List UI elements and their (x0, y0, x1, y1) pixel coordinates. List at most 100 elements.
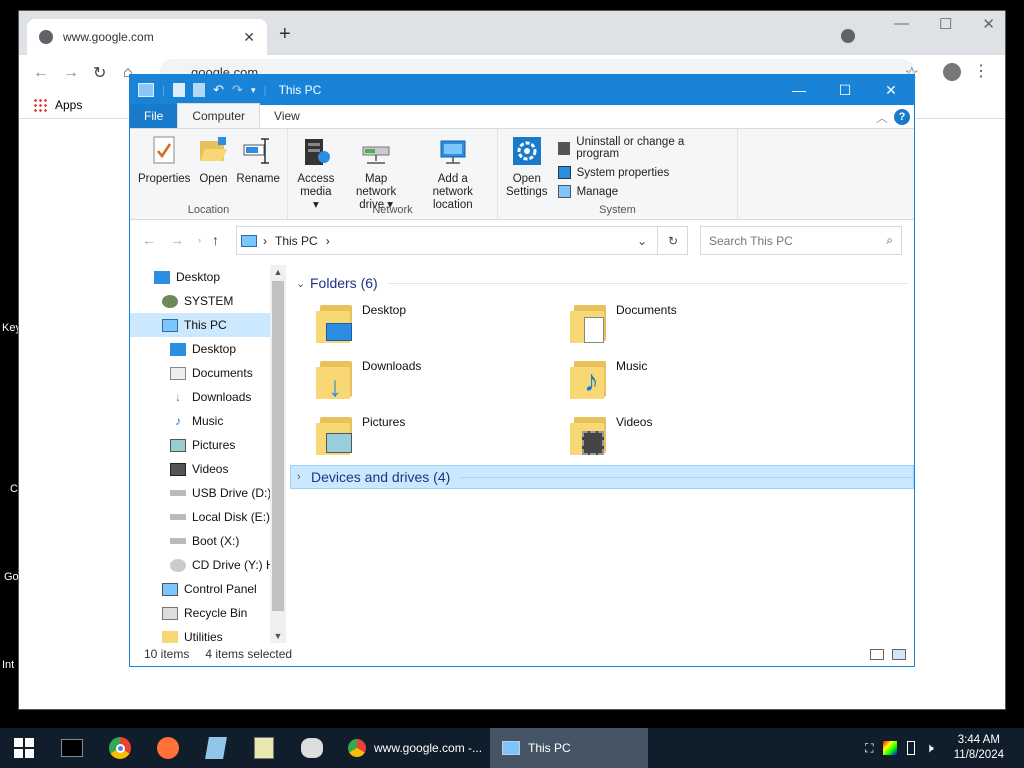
close-button[interactable]: ✕ (982, 15, 995, 33)
nav-item-boot-drive[interactable]: Boot (X:) (130, 529, 286, 553)
customize-quick-access-icon[interactable]: ▾ (251, 85, 256, 96)
desktop-icon-label[interactable]: Int (2, 659, 14, 671)
folder-documents[interactable]: Documents (570, 303, 677, 345)
app-taskbar-button[interactable] (240, 728, 288, 768)
maximize-button[interactable]: ☐ (939, 15, 952, 33)
nav-item-system-user[interactable]: SYSTEM (130, 289, 286, 313)
back-arrow-icon[interactable]: ← (33, 64, 63, 82)
large-icons-view-icon[interactable] (892, 649, 906, 660)
system-properties-button[interactable]: System properties (557, 166, 727, 179)
properties-quick-icon[interactable] (173, 83, 186, 97)
nav-item-pictures[interactable]: Pictures (130, 433, 286, 457)
folder-pictures[interactable]: Pictures (316, 415, 405, 457)
nav-item-cd-drive[interactable]: CD Drive (Y:) H (130, 553, 286, 577)
new-tab-button[interactable]: + (279, 23, 291, 46)
nav-item-recycle-bin[interactable]: Recycle Bin (130, 601, 286, 625)
tab-view[interactable]: View (260, 104, 314, 128)
menu-icon[interactable]: ⋮ (973, 61, 989, 81)
close-button[interactable]: ✕ (868, 75, 914, 105)
firefox-taskbar-button[interactable] (144, 728, 192, 768)
profile-icon[interactable] (943, 63, 961, 81)
this-pc-icon (138, 83, 154, 97)
ribbon-group-network: Access media ▾ Map network drive ▾ Add a… (288, 129, 498, 219)
back-arrow-icon[interactable]: ← (142, 232, 170, 248)
chrome-task-button[interactable]: www.google.com -... (336, 728, 490, 768)
terminal-icon (61, 739, 83, 757)
tab-file[interactable]: File (130, 104, 178, 128)
undo-icon[interactable]: ↶ (213, 82, 224, 98)
app-taskbar-button[interactable] (288, 728, 336, 768)
recent-locations-icon[interactable]: › (198, 235, 212, 245)
start-button[interactable] (0, 728, 48, 768)
chrome-taskbar-button[interactable] (96, 728, 144, 768)
ribbon-group-label: Network (372, 204, 413, 216)
status-bar: 10 items 4 items selected (130, 642, 914, 666)
scroll-down-icon[interactable]: ▼ (270, 631, 286, 641)
selection-count: 4 items selected (205, 647, 293, 661)
nav-item-music[interactable]: ♪ Music (130, 409, 286, 433)
folder-videos[interactable]: Videos (570, 415, 652, 457)
nav-item-usb-drive[interactable]: USB Drive (D:) (130, 481, 286, 505)
tab-search-icon[interactable] (841, 29, 855, 43)
collapse-ribbon-icon[interactable]: ︿ (876, 109, 888, 126)
usb-icon[interactable] (907, 741, 916, 755)
task-manager-icon (254, 737, 274, 759)
forward-arrow-icon[interactable]: → (63, 64, 93, 82)
color-icon[interactable] (883, 741, 898, 755)
redo-icon[interactable]: ↷ (232, 82, 243, 98)
uninstall-program-button[interactable]: Uninstall or change a program (557, 136, 727, 160)
network-icon[interactable]: ⛶ (865, 741, 873, 756)
open-folder-icon (198, 135, 228, 167)
nav-item-this-pc[interactable]: This PC (130, 313, 286, 337)
folders-group-header[interactable]: ⌄ Folders (6) (296, 271, 908, 295)
nav-item-control-panel[interactable]: Control Panel (130, 577, 286, 601)
scroll-thumb[interactable] (272, 281, 284, 611)
uninstall-icon (557, 141, 571, 155)
explorer-task-button[interactable]: This PC (490, 728, 648, 768)
minimize-button[interactable]: — (776, 75, 822, 105)
clock[interactable]: 3:44 AM 11/8/2024 (954, 733, 1004, 763)
help-icon[interactable]: ? (894, 109, 910, 125)
manage-button[interactable]: Manage (557, 185, 727, 198)
nav-item-utilities[interactable]: Utilities (130, 625, 286, 643)
reload-icon[interactable]: ↻ (93, 63, 123, 83)
nav-item-downloads[interactable]: ↓ Downloads (130, 385, 286, 409)
scroll-up-icon[interactable]: ▲ (270, 267, 286, 277)
nav-item-local-disk[interactable]: Local Disk (E:) (130, 505, 286, 529)
nav-item-desktop-folder[interactable]: Desktop (130, 337, 286, 361)
maximize-button[interactable]: ☐ (822, 75, 868, 105)
desktop-icon-label[interactable]: Go (4, 571, 19, 583)
details-view-icon[interactable] (870, 649, 884, 660)
folder-downloads[interactable]: ↓ Downloads (316, 359, 421, 402)
address-bar[interactable]: › This PC › ⌄ (236, 226, 688, 255)
nav-item-desktop[interactable]: Desktop (130, 265, 286, 289)
desktop-icon-label[interactable]: C (10, 483, 18, 495)
minimize-button[interactable]: — (894, 15, 909, 33)
close-tab-icon[interactable]: ✕ (243, 29, 255, 46)
tab-computer[interactable]: Computer (177, 103, 261, 128)
new-folder-quick-icon[interactable] (193, 83, 206, 97)
terminal-taskbar-button[interactable] (48, 728, 96, 768)
taskbar: www.google.com -... This PC ⛶ 🕨 3:44 AM … (0, 728, 1024, 768)
address-dropdown-icon[interactable]: ⌄ (637, 234, 647, 248)
recycle-bin-icon (162, 606, 178, 620)
paint-icon (301, 738, 323, 758)
search-input[interactable]: Search This PC ⌕ (700, 226, 902, 255)
notepad-icon (205, 737, 227, 759)
chrome-tab[interactable]: www.google.com ✕ (27, 19, 267, 55)
devices-group-header[interactable]: › Devices and drives (4) (290, 465, 914, 489)
forward-arrow-icon[interactable]: → (170, 232, 198, 248)
chevron-right-icon: › (297, 471, 301, 483)
nav-item-documents[interactable]: Documents (130, 361, 286, 385)
folder-music[interactable]: ♪ Music (570, 359, 647, 401)
nav-scrollbar[interactable]: ▲ ▼ (270, 265, 286, 643)
apps-bookmark[interactable]: Apps (55, 98, 82, 112)
volume-muted-icon[interactable]: 🕨 (925, 740, 933, 756)
ribbon-group-label: System (599, 204, 636, 216)
pictures-folder-icon (316, 415, 356, 457)
nav-item-videos[interactable]: Videos (130, 457, 286, 481)
refresh-button[interactable]: ↻ (657, 226, 688, 255)
breadcrumb[interactable]: This PC (275, 234, 318, 248)
folder-desktop[interactable]: Desktop (316, 303, 406, 345)
app-taskbar-button[interactable] (192, 728, 240, 768)
